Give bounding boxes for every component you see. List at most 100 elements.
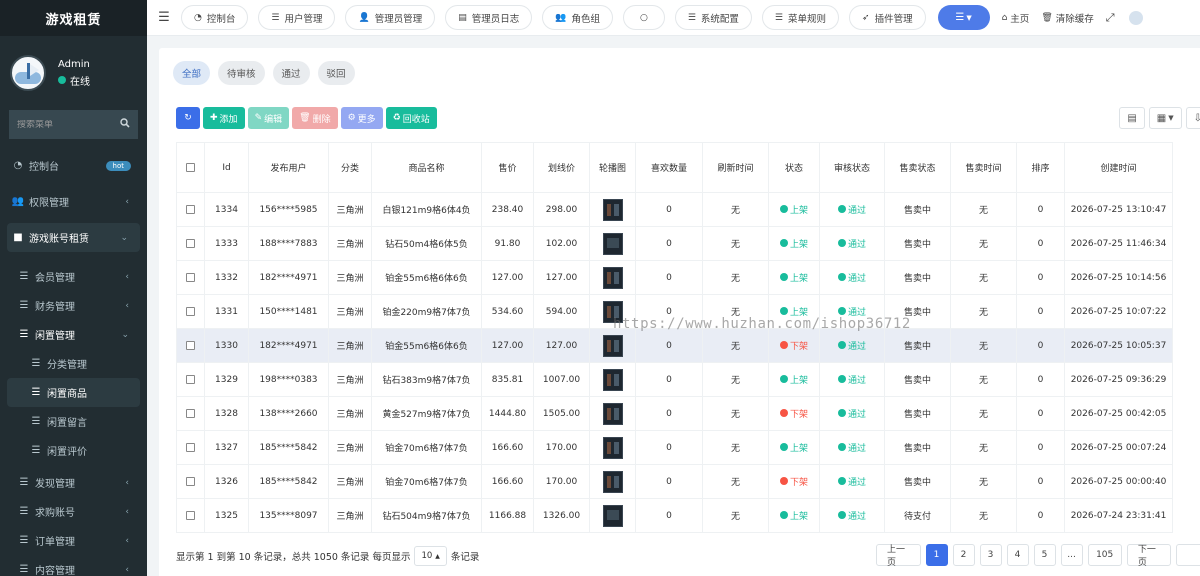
column-header[interactable]: 商品名称 [371,142,482,193]
tab-blank[interactable]: ○ [622,5,665,30]
tabs-dropdown-button[interactable]: ☰ ▼ [937,5,990,30]
column-header[interactable]: 状态 [768,142,820,193]
carousel-thumbnail[interactable] [602,334,623,357]
table-row[interactable]: 1333 188****7883 三角洲 钻石50m4格6体5负 91.80 102.00… [176,226,1173,261]
sidebar-item-category[interactable]: ☰ 分类管理 [0,349,147,378]
sidebar-item-discover[interactable]: ☰ 发现管理 ‹ [0,468,147,497]
carousel-thumbnail[interactable] [602,402,623,425]
table-row[interactable]: 1328 138****2660 三角洲 黄金527m9格7体7负 1444.80 150… [176,396,1173,431]
table-row[interactable]: 1330 182****4971 三角洲 铂金55m6格6体6负 127.00 127.0… [176,328,1173,363]
row-checkbox[interactable] [186,408,195,418]
next-page-button[interactable]: 下一页 [1126,544,1172,568]
column-header[interactable]: 划线价 [533,142,590,193]
export-button[interactable]: ⇩ [1185,107,1200,129]
user-avatar-small[interactable] [1128,10,1143,25]
subtab-pending[interactable]: 待审核 [218,61,265,85]
sidebar-item-idle-messages[interactable]: ☰ 闲置留言 [0,407,147,436]
page-jump-input[interactable] [1176,544,1200,566]
tab-admin-log[interactable]: ▤ 管理员日志 [445,5,533,30]
sidebar-item-members[interactable]: ☰ 会员管理 ‹ [0,262,147,291]
sidebar-item-idle-reviews[interactable]: ☰ 闲置评价 [0,436,147,465]
delete-button[interactable]: 🗑 删除 [292,107,338,129]
table-row[interactable]: 1326 185****5842 三角洲 铂金70m6格7体7负 166.60 170.0… [176,464,1173,499]
column-header[interactable]: 分类 [328,142,372,193]
status-toggle[interactable]: 下架 [779,475,808,488]
status-toggle[interactable]: 上架 [779,373,808,386]
sidebar-item-content[interactable]: ☰ 内容管理 ‹ [0,555,147,576]
column-header[interactable]: 喜欢数量 [635,142,703,193]
tab-menu-rules[interactable]: ☰ 菜单规则 [761,5,840,30]
refresh-button[interactable]: ↻ [176,107,200,129]
avatar[interactable] [10,55,46,91]
home-link[interactable]: ⌂ 主页 [1002,11,1030,25]
table-row[interactable]: 1331 150****1481 三角洲 铂金220m9格7体7负 534.60 594.… [176,294,1173,329]
menu-search-input[interactable] [17,119,117,130]
page-button[interactable]: 2 [952,544,975,566]
column-header[interactable]: Id [204,142,249,193]
column-header[interactable]: 轮播图 [589,142,636,193]
sidebar-item-permissions[interactable]: 👥 权限管理 ‹ [0,187,147,216]
sidebar-item-dashboard[interactable]: ◔ 控制台 hot [0,151,147,180]
add-button[interactable]: ✚ 添加 [203,107,245,129]
column-header[interactable]: 审核状态 [819,142,885,193]
tab-user-management[interactable]: ☰ 用户管理 [258,5,336,30]
sidebar-item-idle[interactable]: ☰ 闲置管理 ⌄ [0,320,147,349]
row-checkbox[interactable] [186,272,195,282]
table-row[interactable]: 1325 135****8097 三角洲 钻石504m9格7体7负 1166.88 132… [176,498,1173,533]
subtab-all[interactable]: 全部 [173,61,211,85]
fullscreen-button[interactable]: ⤢ [1106,11,1115,25]
page-button[interactable]: 3 [979,544,1002,566]
carousel-thumbnail[interactable] [602,470,623,493]
hamburger-icon[interactable]: ☰ [153,10,175,25]
columns-button[interactable]: ▦ ▼ [1148,107,1182,129]
row-checkbox[interactable] [186,476,195,486]
carousel-thumbnail[interactable] [602,504,623,527]
column-header[interactable]: 排序 [1016,142,1065,193]
row-checkbox[interactable] [186,204,195,214]
status-toggle[interactable]: 上架 [779,305,808,318]
column-header[interactable]: 创建时间 [1064,142,1173,193]
tab-admin-management[interactable]: 👤 管理员管理 [345,5,436,30]
status-toggle[interactable]: 上架 [779,509,808,522]
column-header[interactable]: 售卖时间 [950,142,1017,193]
table-row[interactable]: 1332 182****4971 三角洲 铂金55m6格6体6负 127.00 127.0… [176,260,1173,295]
carousel-thumbnail[interactable] [602,300,623,323]
prev-page-button[interactable]: 上一页 [876,544,921,568]
sidebar-item-orders[interactable]: ☰ 订单管理 ‹ [0,526,147,555]
status-toggle[interactable]: 上架 [779,203,808,216]
table-row[interactable]: 1334 156****5985 三角洲 白银121m9格6体4负 238.40 298.… [176,192,1173,227]
row-checkbox[interactable] [186,442,195,452]
carousel-thumbnail[interactable] [602,232,623,255]
row-checkbox[interactable] [186,238,195,248]
sidebar-item-wanted[interactable]: ☰ 求购账号 ‹ [0,497,147,526]
tab-system-config[interactable]: ☰ 系统配置 [674,5,752,30]
search-icon[interactable] [120,118,130,131]
sidebar-item-game-rental[interactable]: ■ 游戏账号租赁 ⌄ [7,223,140,252]
edit-button[interactable]: ✎ 编辑 [247,107,290,129]
row-checkbox[interactable] [186,374,195,384]
clear-cache-link[interactable]: 🗑 清除缓存 [1041,11,1093,25]
carousel-thumbnail[interactable] [602,436,623,459]
row-checkbox[interactable] [186,510,195,520]
more-button[interactable]: ⚙ 更多 [340,107,383,129]
carousel-thumbnail[interactable] [602,266,623,289]
status-toggle[interactable]: 下架 [779,407,808,420]
table-row[interactable]: 1327 185****5842 三角洲 铂金70m6格7体7负 166.60 170.0… [176,430,1173,465]
toggle-view-button[interactable]: ▤ [1119,107,1145,129]
column-header[interactable]: 发布用户 [248,142,329,193]
column-header[interactable]: 刷新时间 [702,142,769,193]
recycle-bin-button[interactable]: ♻ 回收站 [385,107,437,129]
status-toggle[interactable]: 上架 [779,271,808,284]
row-checkbox[interactable] [186,306,195,316]
carousel-thumbnail[interactable] [602,198,623,221]
sidebar-item-finance[interactable]: ☰ 财务管理 ‹ [0,291,147,320]
status-toggle[interactable]: 上架 [779,441,808,454]
per-page-select[interactable]: 10 ▲ [414,546,447,566]
page-button[interactable]: 1 [925,544,948,566]
page-button[interactable]: 4 [1006,544,1029,566]
tab-plugins[interactable]: ➶ 插件管理 [849,5,926,30]
column-header[interactable]: 售卖状态 [884,142,951,193]
page-button[interactable]: 5 [1033,544,1056,566]
table-row[interactable]: 1329 198****0383 三角洲 钻石383m9格7体7负 835.81 1007… [176,362,1173,397]
subtab-rejected[interactable]: 驳回 [317,61,355,85]
